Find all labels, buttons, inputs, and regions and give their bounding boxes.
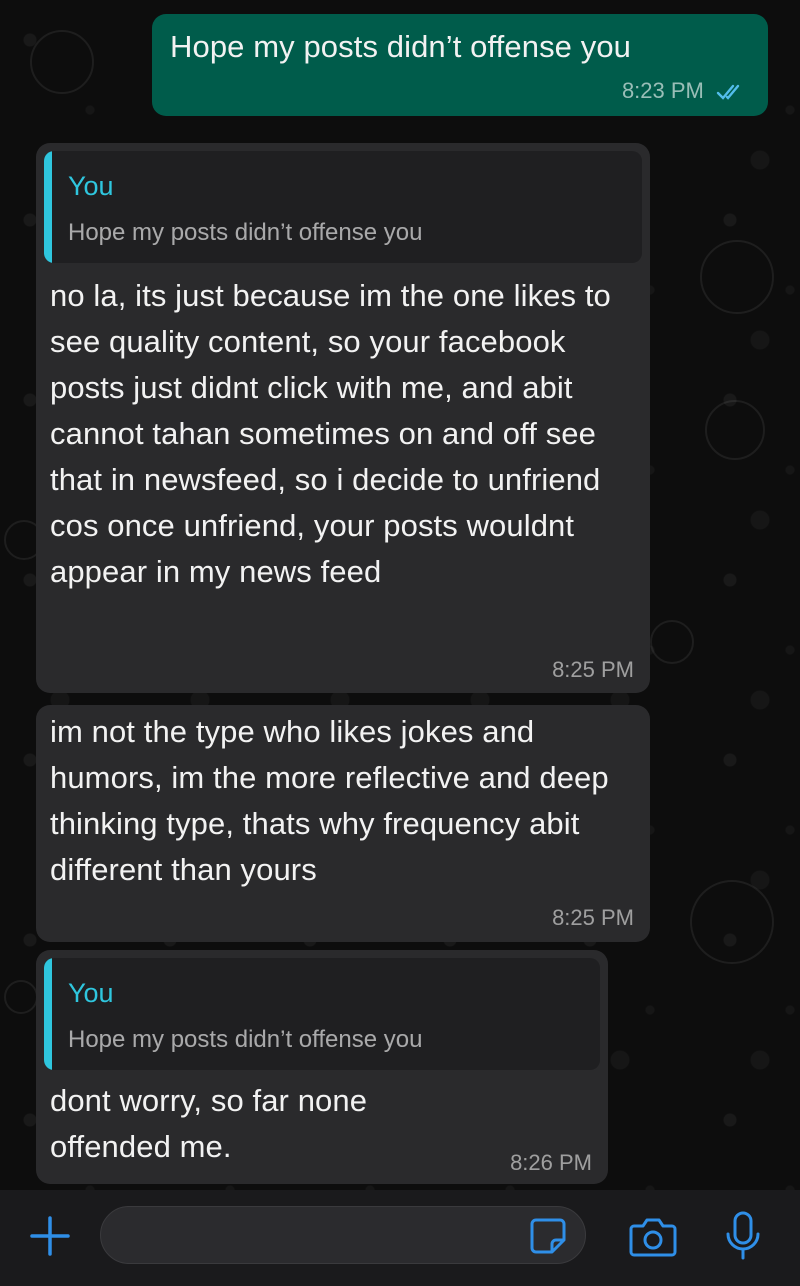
quote-text: Hope my posts didn’t offense you (68, 1026, 423, 1053)
message-input[interactable] (100, 1206, 586, 1264)
message-text: Hope my posts didn’t offense you (170, 29, 632, 64)
quote-author: You (68, 171, 114, 201)
wallpaper-doodle (705, 400, 765, 460)
quote-text: Hope my posts didn’t offense you (68, 219, 423, 246)
outgoing-message[interactable]: Hope my posts didn’t offense you 8:23 PM (152, 14, 768, 116)
quoted-message[interactable]: You Hope my posts didn’t offense you (44, 151, 642, 263)
incoming-message[interactable]: You Hope my posts didn’t offense you no … (36, 143, 650, 693)
message-time: 8:26 PM (510, 1150, 592, 1175)
message-meta: 8:23 PM (622, 78, 746, 104)
wallpaper-doodle (30, 30, 94, 94)
message-time: 8:25 PM (552, 657, 634, 682)
wallpaper-doodle (690, 880, 774, 964)
quoted-message[interactable]: You Hope my posts didn’t offense you (44, 958, 600, 1070)
quote-accent-bar (44, 151, 52, 263)
message-text: im not the type who likes jokes and humo… (50, 714, 609, 887)
composer-bar (0, 1190, 800, 1286)
wallpaper-doodle (650, 620, 694, 664)
quote-accent-bar (44, 958, 52, 1070)
camera-icon[interactable] (628, 1214, 678, 1258)
message-text: dont worry, so far none offended me. (50, 1083, 368, 1164)
message-text: no la, its just because im the one likes… (50, 278, 611, 589)
plus-icon[interactable] (26, 1212, 74, 1260)
incoming-message[interactable]: im not the type who likes jokes and humo… (36, 705, 650, 942)
wallpaper-doodle (4, 980, 38, 1014)
message-time: 8:23 PM (621, 78, 704, 103)
double-check-icon (716, 84, 740, 100)
quote-author: You (68, 978, 114, 1008)
microphone-icon[interactable] (722, 1210, 764, 1262)
message-time: 8:25 PM (552, 905, 634, 930)
incoming-message[interactable]: You Hope my posts didn’t offense you don… (36, 950, 608, 1184)
wallpaper-doodle (700, 240, 774, 314)
chat-area: Hope my posts didn’t offense you 8:23 PM… (0, 0, 800, 1190)
sticker-icon[interactable] (528, 1216, 568, 1256)
